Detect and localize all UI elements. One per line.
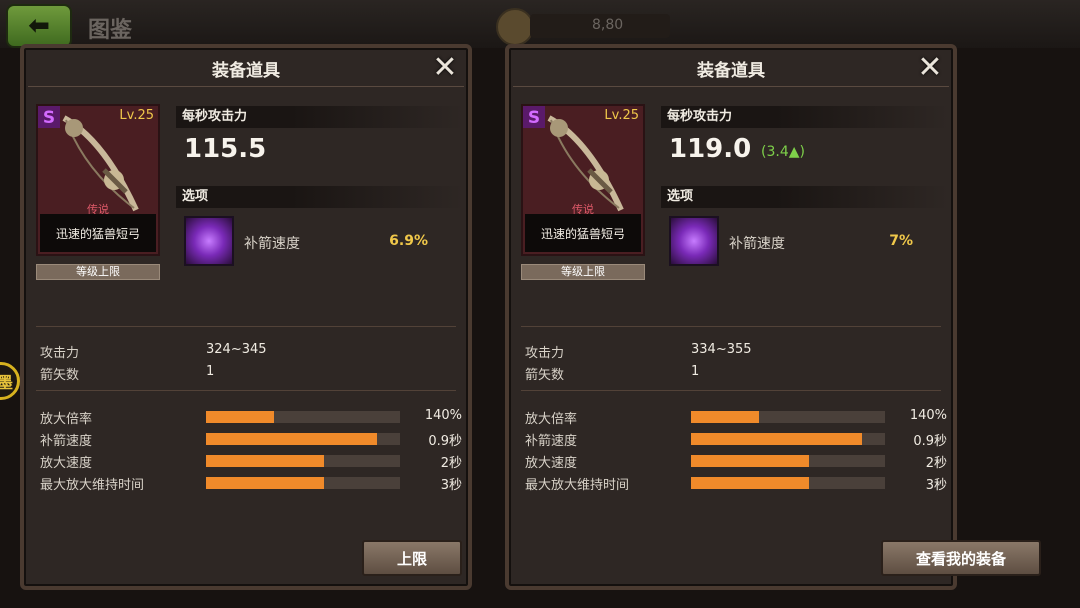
bar-fill: [206, 455, 325, 467]
bar-value: 0.9秒: [428, 434, 462, 449]
bar-value: 3秒: [440, 478, 462, 493]
bar-track: [691, 477, 885, 489]
side-badge[interactable]: 墨: [0, 362, 20, 400]
bar-fill: [206, 411, 274, 423]
option-header: 选项: [176, 186, 464, 208]
view-my-equipment-button[interactable]: 查看我的装备: [881, 540, 1041, 576]
coin-icon: [496, 8, 534, 46]
bar-track: [691, 411, 885, 423]
dps-value: 115.5: [184, 134, 267, 164]
bar-track: [206, 433, 400, 445]
coin-count: 8,80: [592, 17, 624, 33]
bars-divider: [36, 390, 456, 391]
dps-header: 每秒攻击力: [661, 106, 949, 128]
s-rank-icon: S: [38, 106, 60, 128]
bar-value: 2秒: [440, 456, 462, 471]
bar-fill: [691, 411, 759, 423]
close-icon: ✕: [432, 50, 458, 85]
item-card[interactable]: S Lv.25 传说 迅速的猛兽短弓: [36, 104, 160, 256]
bar-value: 3秒: [925, 478, 947, 493]
title-divider: [513, 86, 949, 87]
stat-value: 1: [206, 364, 215, 379]
panel-title: 装备道具: [212, 61, 280, 81]
back-button[interactable]: ⬅: [6, 4, 72, 48]
bar-track: [206, 411, 400, 423]
stat-value: 334~355: [691, 342, 752, 357]
option-name: 补箭速度: [244, 236, 300, 252]
bar-track: [206, 477, 400, 489]
stats-divider: [521, 326, 941, 327]
bar-track: [691, 433, 885, 445]
close-button[interactable]: ✕: [428, 52, 462, 84]
panel-title: 装备道具: [697, 61, 765, 81]
bar-fill: [691, 455, 810, 467]
bar-value: 140%: [424, 408, 462, 423]
background-title: 图鉴: [88, 18, 133, 43]
option-value: 6.9%: [389, 233, 428, 249]
equipment-panel-left: 装备道具 ✕ S Lv.25 传说 迅速的猛兽短弓 等级上限 每秒攻击力 115…: [20, 44, 472, 590]
stat-label: 箭矢数: [525, 368, 565, 383]
stat-label: 箭矢数: [40, 368, 80, 383]
bar-track: [206, 455, 400, 467]
bars-divider: [521, 390, 941, 391]
dps-header: 每秒攻击力: [176, 106, 464, 128]
close-icon: ✕: [917, 50, 943, 85]
dps-diff: (3.4▲): [761, 144, 805, 160]
option-value: 7%: [889, 233, 913, 249]
svg-text:S: S: [43, 108, 55, 128]
stat-label: 攻击力: [40, 346, 80, 361]
item-level: Lv.25: [604, 108, 639, 123]
bar-fill: [206, 433, 377, 445]
level-limit-badge: 等级上限: [521, 264, 645, 280]
level-limit-badge: 等级上限: [36, 264, 160, 280]
title-divider: [28, 86, 464, 87]
bar-label: 补箭速度: [525, 434, 578, 449]
bar-label: 放大倍率: [525, 412, 578, 427]
bar-label: 放大速度: [525, 456, 578, 471]
item-card[interactable]: S Lv.25 传说 迅速的猛兽短弓: [521, 104, 645, 256]
stat-value: 1: [691, 364, 700, 379]
bar-value: 0.9秒: [913, 434, 947, 449]
bar-label: 放大速度: [40, 456, 93, 471]
back-arrow-icon: ⬅: [28, 11, 50, 41]
bar-label: 最大放大维持时间: [525, 478, 630, 493]
item-name: 迅速的猛兽短弓: [540, 226, 625, 241]
bar-fill: [691, 477, 810, 489]
bar-value: 2秒: [925, 456, 947, 471]
bar-label: 最大放大维持时间: [40, 478, 145, 493]
bar-fill: [691, 433, 862, 445]
bar-label: 放大倍率: [40, 412, 93, 427]
stat-value: 324~345: [206, 342, 267, 357]
arrow-reload-icon: [669, 216, 719, 266]
side-badge-label: 墨: [0, 373, 13, 392]
equipment-panel-right: 装备道具 ✕ S Lv.25 传说 迅速的猛兽短弓 等级上限 每秒攻击力 119…: [505, 44, 1041, 590]
arrow-reload-icon: [184, 216, 234, 266]
bar-value: 140%: [909, 408, 947, 423]
option-header: 选项: [661, 186, 949, 208]
dps-value: 119.0: [669, 134, 752, 164]
stat-label: 攻击力: [525, 346, 565, 361]
item-name-bar: 迅速的猛兽短弓: [525, 214, 641, 252]
close-button[interactable]: ✕: [913, 52, 947, 84]
option-name: 补箭速度: [729, 236, 785, 252]
item-level: Lv.25: [119, 108, 154, 123]
bar-label: 补箭速度: [40, 434, 93, 449]
upper-limit-button[interactable]: 上限: [362, 540, 462, 576]
item-name-bar: 迅速的猛兽短弓: [40, 214, 156, 252]
s-rank-icon: S: [523, 106, 545, 128]
svg-text:S: S: [528, 108, 540, 128]
bar-fill: [206, 477, 325, 489]
bar-track: [691, 455, 885, 467]
item-name: 迅速的猛兽短弓: [55, 226, 140, 241]
stats-divider: [36, 326, 456, 327]
